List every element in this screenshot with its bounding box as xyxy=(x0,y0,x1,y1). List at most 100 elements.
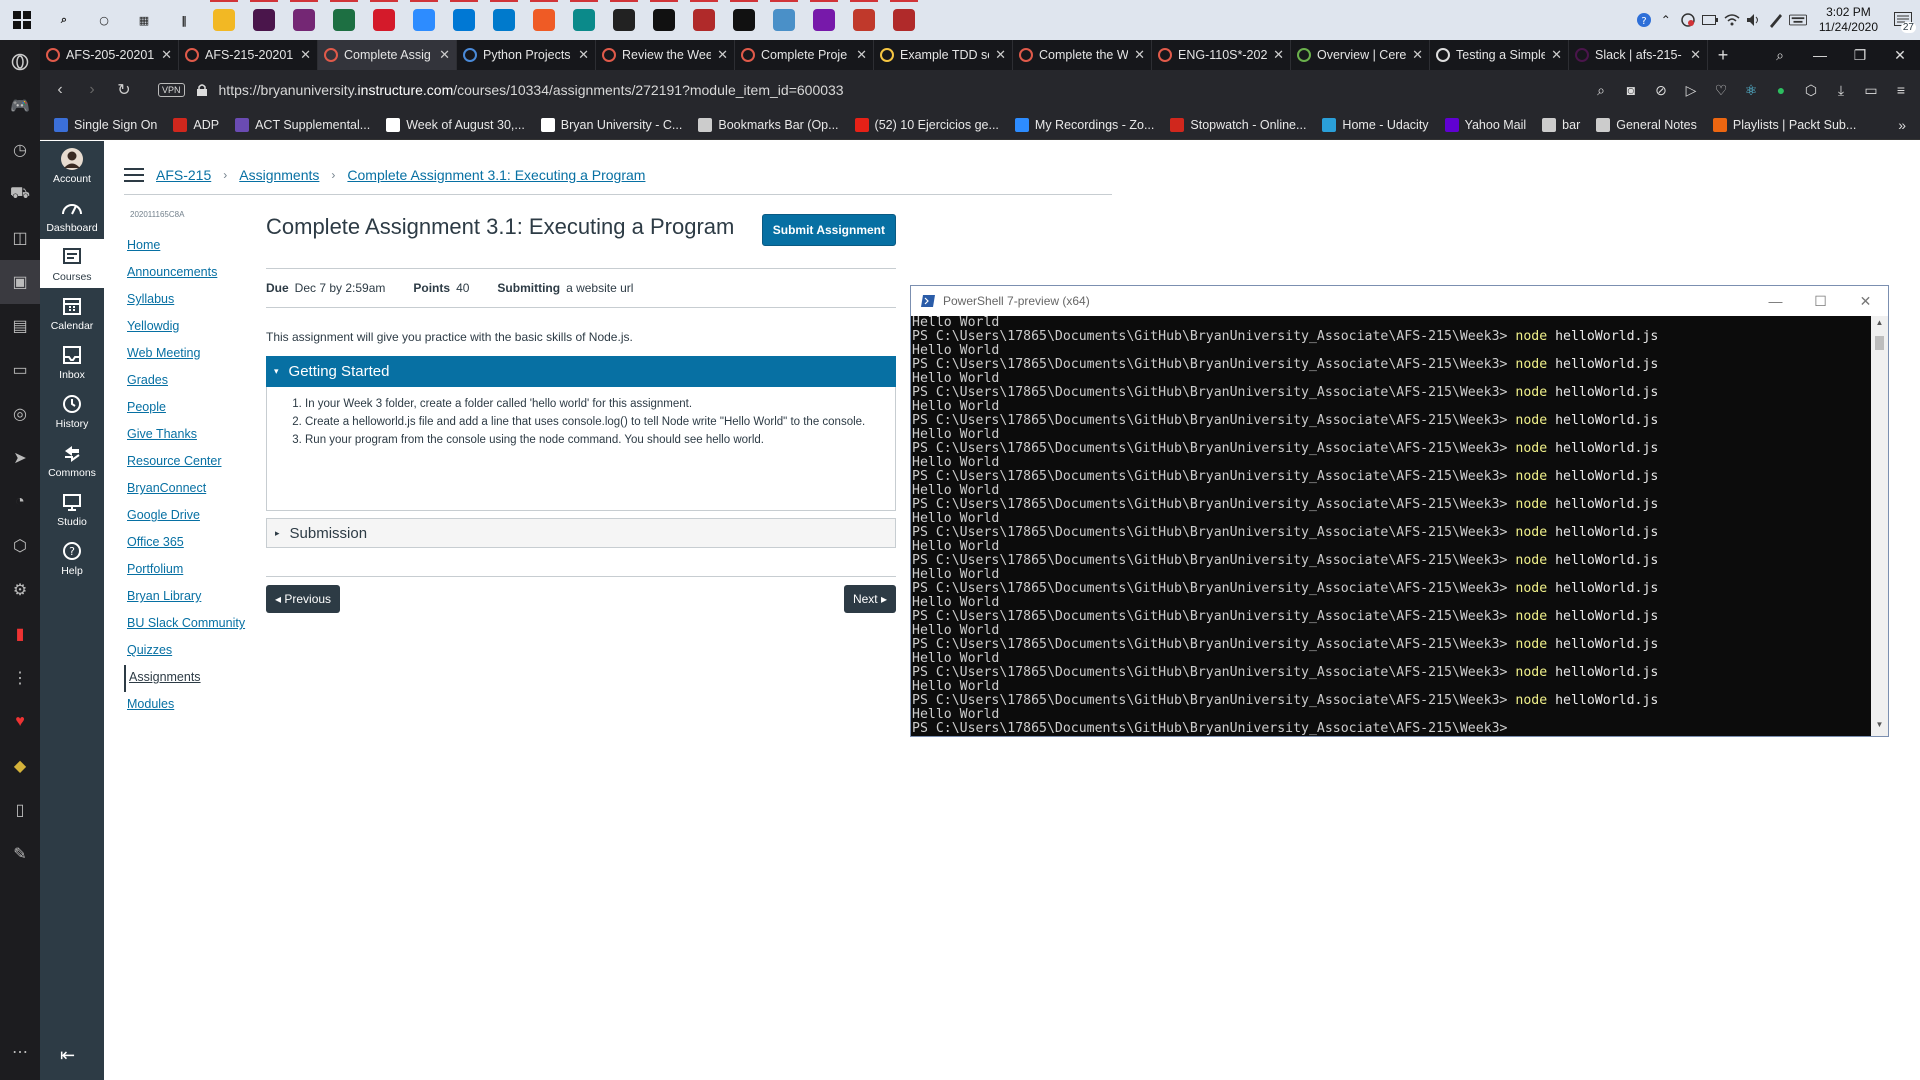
tab-close-icon[interactable]: ✕ xyxy=(1134,47,1145,63)
evernote-icon[interactable]: ● xyxy=(1768,77,1794,103)
tab-close-icon[interactable]: ✕ xyxy=(717,47,728,63)
file-explorer-icon[interactable] xyxy=(204,0,244,40)
course-nav-yellowdig[interactable]: Yellowdig xyxy=(124,314,264,341)
course-nav-web-meeting[interactable]: Web Meeting xyxy=(124,341,264,368)
browser-tab[interactable]: Review the Wee ✕ xyxy=(596,40,735,70)
tab-close-icon[interactable]: ✕ xyxy=(578,47,589,63)
global-nav-inbox[interactable]: Inbox xyxy=(40,337,104,386)
menu-icon[interactable]: ≡ xyxy=(1888,77,1914,103)
gamepad-icon[interactable]: 🎮 xyxy=(0,84,40,128)
browser-tab[interactable]: Example TDD sc ✕ xyxy=(874,40,1013,70)
back-button[interactable]: ‹ xyxy=(44,74,76,106)
getting-started-accordion-header[interactable]: ▾ Getting Started xyxy=(266,356,896,387)
course-nav-assignments[interactable]: Assignments xyxy=(124,665,264,692)
paint-icon[interactable] xyxy=(844,0,884,40)
collapse-nav-icon[interactable]: ⇤ xyxy=(60,1045,75,1066)
opera-icon[interactable] xyxy=(364,0,404,40)
bookmark-item[interactable]: Bookmarks Bar (Op... xyxy=(698,117,839,132)
tools-icon[interactable]: ⋮ xyxy=(0,656,40,700)
browser-tab[interactable]: Complete Assig ✕ xyxy=(318,40,457,70)
close-window-button[interactable]: ✕ xyxy=(1880,40,1920,70)
notification-center-icon[interactable]: 27 xyxy=(1890,7,1916,33)
maximize-button[interactable]: ☐ xyxy=(1798,293,1843,310)
tab-close-icon[interactable]: ✕ xyxy=(1412,47,1423,63)
sticky-notes-icon[interactable] xyxy=(604,0,644,40)
more-bookmarks-icon[interactable]: » xyxy=(1898,117,1920,133)
opera-menu-icon[interactable] xyxy=(0,40,40,84)
workspace-icon[interactable]: ▣ xyxy=(0,260,40,304)
global-nav-history[interactable]: History xyxy=(40,386,104,435)
pen-icon[interactable] xyxy=(1767,11,1785,29)
settings-icon[interactable]: ⚙ xyxy=(0,568,40,612)
onenote-icon[interactable] xyxy=(804,0,844,40)
book-icon[interactable]: ▭ xyxy=(0,348,40,392)
bookmark-item[interactable]: Single Sign On xyxy=(54,117,157,132)
slack-icon[interactable] xyxy=(244,0,284,40)
bookmark-item[interactable]: Playlists | Packt Sub... xyxy=(1712,117,1856,132)
course-menu-toggle-icon[interactable] xyxy=(124,167,144,182)
help-icon[interactable]: ? xyxy=(1635,11,1653,29)
postman-icon[interactable] xyxy=(524,0,564,40)
browser-tab[interactable]: Testing a Simple ✕ xyxy=(1430,40,1569,70)
more-icon[interactable]: ⋯ xyxy=(0,1030,40,1074)
bookmark-item[interactable]: General Notes xyxy=(1596,117,1697,132)
zoom-icon[interactable] xyxy=(404,0,444,40)
browser-tab[interactable]: AFS-215-20201 ✕ xyxy=(179,40,318,70)
power-apps-icon[interactable] xyxy=(284,0,324,40)
breadcrumb-current-page[interactable]: Complete Assignment 3.1: Executing a Pro… xyxy=(347,167,645,183)
bookmark-item[interactable]: Home - Udacity xyxy=(1322,117,1429,132)
excel-icon[interactable] xyxy=(324,0,364,40)
scrollbar-thumb[interactable] xyxy=(1875,336,1884,350)
webstorm-icon[interactable] xyxy=(644,0,684,40)
global-nav-commons[interactable]: Commons xyxy=(40,435,104,484)
messenger-icon[interactable]: ◎ xyxy=(0,392,40,436)
tab-close-icon[interactable]: ✕ xyxy=(995,47,1006,63)
course-nav-portfolium[interactable]: Portfolium xyxy=(124,557,264,584)
bookmark-item[interactable]: My Recordings - Zo... xyxy=(1014,117,1154,132)
vscode-icon[interactable] xyxy=(484,0,524,40)
windows-start-icon[interactable] xyxy=(0,0,44,40)
course-nav-bryanconnect[interactable]: BryanConnect xyxy=(124,476,264,503)
divider-icon[interactable]: ‖ xyxy=(164,0,204,40)
course-nav-announcements[interactable]: Announcements xyxy=(124,260,264,287)
reload-button[interactable]: ↻ xyxy=(108,74,140,106)
briefcase-icon[interactable]: ▤ xyxy=(0,304,40,348)
vpn-badge[interactable]: VPN xyxy=(158,83,185,97)
bookmark-item[interactable]: bar xyxy=(1542,117,1580,132)
search-tabs-icon[interactable]: ⌕ xyxy=(1760,40,1800,70)
battery-saver-icon[interactable]: ▭ xyxy=(1858,77,1884,103)
global-nav-studio[interactable]: Studio xyxy=(40,484,104,533)
volume-icon[interactable] xyxy=(1745,11,1763,29)
course-nav-modules[interactable]: Modules xyxy=(124,692,264,719)
global-nav-calendar[interactable]: Calendar xyxy=(40,288,104,337)
powershell-window[interactable]: PowerShell 7-preview (x64) — ☐ ✕ Hello W… xyxy=(910,285,1889,737)
course-nav-quizzes[interactable]: Quizzes xyxy=(124,638,264,665)
global-nav-account[interactable]: Account xyxy=(40,141,104,190)
tab-close-icon[interactable]: ✕ xyxy=(1551,47,1562,63)
send-icon[interactable]: ➤ xyxy=(0,436,40,480)
course-nav-google-drive[interactable]: Google Drive xyxy=(124,503,264,530)
browser-tab[interactable]: Complete Proje ✕ xyxy=(735,40,874,70)
restore-button[interactable]: ❐ xyxy=(1840,40,1880,70)
powershell-titlebar[interactable]: PowerShell 7-preview (x64) — ☐ ✕ xyxy=(911,286,1888,316)
global-nav-courses[interactable]: Courses xyxy=(40,239,104,288)
course-nav-office-365[interactable]: Office 365 xyxy=(124,530,264,557)
breadcrumb-course[interactable]: AFS-215 xyxy=(156,167,211,183)
camera-icon[interactable]: ◙ xyxy=(1618,77,1644,103)
course-nav-resource-center[interactable]: Resource Center xyxy=(124,449,264,476)
cortana-icon[interactable]: ○ xyxy=(84,0,124,40)
course-nav-home[interactable]: Home xyxy=(124,233,264,260)
course-nav-syllabus[interactable]: Syllabus xyxy=(124,287,264,314)
tab-close-icon[interactable]: ✕ xyxy=(1690,47,1701,63)
submission-accordion-header[interactable]: ▸ Submission xyxy=(266,518,896,548)
cube-icon[interactable]: ⬡ xyxy=(0,524,40,568)
tab-close-icon[interactable]: ✕ xyxy=(1273,47,1284,63)
tab-close-icon[interactable]: ✕ xyxy=(300,47,311,63)
bookmark-item[interactable]: (52) 10 Ejercicios ge... xyxy=(854,117,999,132)
tab-close-icon[interactable]: ✕ xyxy=(856,47,867,63)
edge-icon[interactable] xyxy=(564,0,604,40)
history-clock-icon[interactable]: ◔ xyxy=(0,480,40,524)
breadcrumb-assignments[interactable]: Assignments xyxy=(239,167,319,183)
wifi-icon[interactable] xyxy=(1723,11,1741,29)
notes-icon[interactable]: ▯ xyxy=(0,788,40,832)
